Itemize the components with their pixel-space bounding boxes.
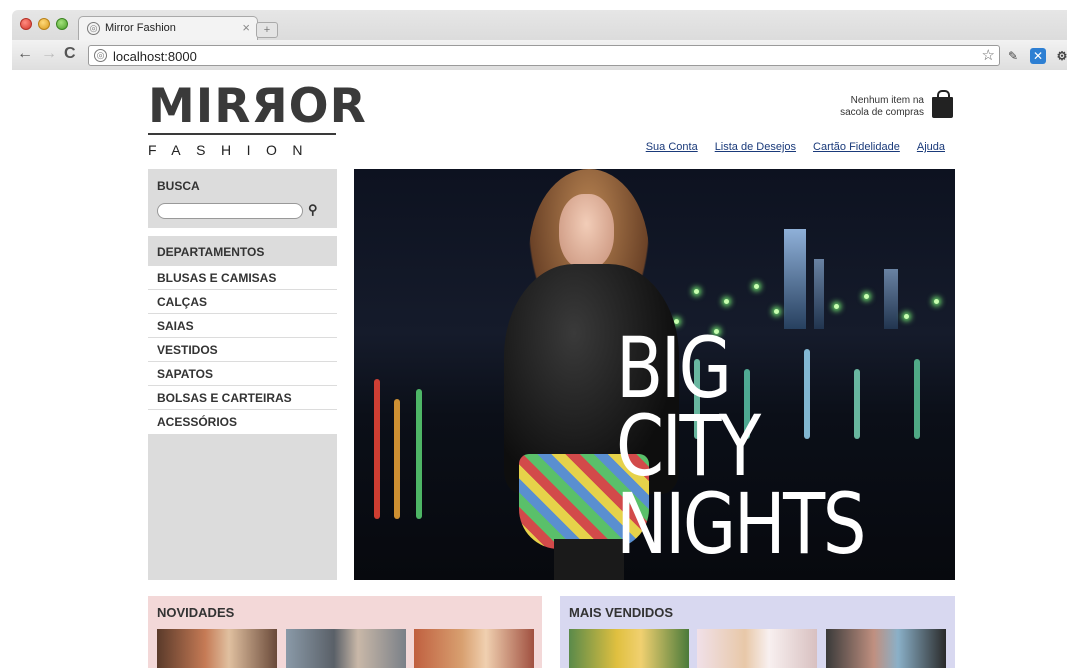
logo-subtitle: FASHION — [148, 142, 318, 158]
forward-arrow-icon[interactable]: → — [41, 45, 57, 63]
orange-light-reflection — [394, 399, 400, 519]
product-thumb[interactable] — [286, 629, 406, 668]
browser-chrome: ◎ Mirror Fashion × + ← → C ◎ localhost:8… — [12, 10, 1067, 70]
link-ajuda[interactable]: Ajuda — [917, 141, 945, 153]
cart-status-line2: sacola de compras — [840, 107, 924, 118]
departments-list: BLUSAS E CAMISAS CALÇAS SAIAS VESTIDOS S… — [148, 266, 337, 434]
mais-vendidos-title: MAIS VENDIDOS — [569, 605, 674, 620]
maximize-window-button[interactable] — [56, 18, 68, 30]
search-title: BUSCA — [157, 179, 200, 193]
novidades-title: NOVIDADES — [157, 605, 235, 620]
product-thumb[interactable] — [826, 629, 946, 668]
hero-headline: BIG CITY NIGHTS — [616, 319, 955, 573]
green-light-reflection — [416, 389, 422, 519]
departments-title: DEPARTAMENTOS — [157, 245, 265, 259]
account-links: Sua Conta Lista de Desejos Cartão Fideli… — [646, 141, 945, 153]
extension-x-icon[interactable]: ✕ — [1030, 48, 1046, 64]
settings-gear-icon[interactable]: ⚙ — [1054, 48, 1067, 64]
dept-item-vestidos[interactable]: VESTIDOS — [148, 338, 337, 362]
search-box: BUSCA ⚲ — [148, 169, 337, 228]
tab-title: Mirror Fashion — [105, 22, 176, 34]
extension-puzzle-icon[interactable]: ✎ — [1005, 48, 1021, 64]
product-thumb[interactable] — [157, 629, 277, 668]
globe-icon: ◎ — [87, 22, 100, 35]
product-thumb[interactable] — [414, 629, 534, 668]
red-light-reflection — [374, 379, 380, 519]
address-url[interactable]: localhost:8000 — [113, 49, 197, 64]
product-thumb[interactable] — [569, 629, 689, 668]
dept-item-sapatos[interactable]: SAPATOS — [148, 362, 337, 386]
minimize-window-button[interactable] — [38, 18, 50, 30]
dept-item-blusas-e-camisas[interactable]: BLUSAS E CAMISAS — [148, 266, 337, 290]
shopping-bag-icon[interactable] — [932, 90, 953, 118]
reload-icon[interactable]: C — [64, 45, 76, 63]
browser-toolbar: ← → C ◎ localhost:8000 ☆ ✎ ✕ ⚙ — [12, 40, 1067, 70]
close-window-button[interactable] — [20, 18, 32, 30]
dept-item-saias[interactable]: SAIAS — [148, 314, 337, 338]
brand-logo[interactable]: MIRЯOR FASHION — [148, 79, 367, 158]
new-tab-button[interactable]: + — [256, 22, 278, 38]
sidebar: BUSCA ⚲ DEPARTAMENTOS BLUSAS E CAMISAS C… — [148, 169, 337, 580]
mais-vendidos-panel: MAIS VENDIDOS — [560, 596, 955, 668]
link-sua-conta[interactable]: Sua Conta — [646, 141, 698, 153]
browser-tab[interactable]: ◎ Mirror Fashion × — [78, 16, 258, 40]
dept-item-acessorios[interactable]: ACESSÓRIOS — [148, 410, 337, 434]
novidades-panel: NOVIDADES — [148, 596, 542, 668]
departments-menu: DEPARTAMENTOS BLUSAS E CAMISAS CALÇAS SA… — [148, 236, 337, 580]
search-input[interactable] — [157, 203, 303, 219]
globe-icon: ◎ — [94, 49, 107, 62]
tab-close-icon[interactable]: × — [242, 20, 250, 35]
cart-status: Nenhum item na sacola de compras — [820, 95, 924, 119]
link-lista-de-desejos[interactable]: Lista de Desejos — [715, 141, 796, 153]
address-bar[interactable]: ◎ localhost:8000 ☆ — [88, 45, 1000, 66]
dept-item-bolsas-e-carteiras[interactable]: BOLSAS E CARTEIRAS — [148, 386, 337, 410]
hero-line-big: BIG — [616, 319, 732, 417]
link-cartao-fidelidade[interactable]: Cartão Fidelidade — [813, 141, 900, 153]
bookmark-star-icon[interactable]: ☆ — [982, 46, 995, 64]
dept-item-calcas[interactable]: CALÇAS — [148, 290, 337, 314]
hero-line-nights: NIGHTS — [616, 475, 867, 573]
hero-banner[interactable]: BIG CITY NIGHTS — [354, 169, 955, 580]
back-arrow-icon[interactable]: ← — [17, 45, 33, 63]
hero-line-city: CITY — [616, 397, 761, 495]
search-magnifier-icon[interactable]: ⚲ — [308, 202, 318, 218]
product-thumb[interactable] — [697, 629, 817, 668]
cart-status-line1: Nenhum item na — [850, 95, 924, 106]
logo-wordmark: MIRЯOR — [148, 79, 367, 134]
